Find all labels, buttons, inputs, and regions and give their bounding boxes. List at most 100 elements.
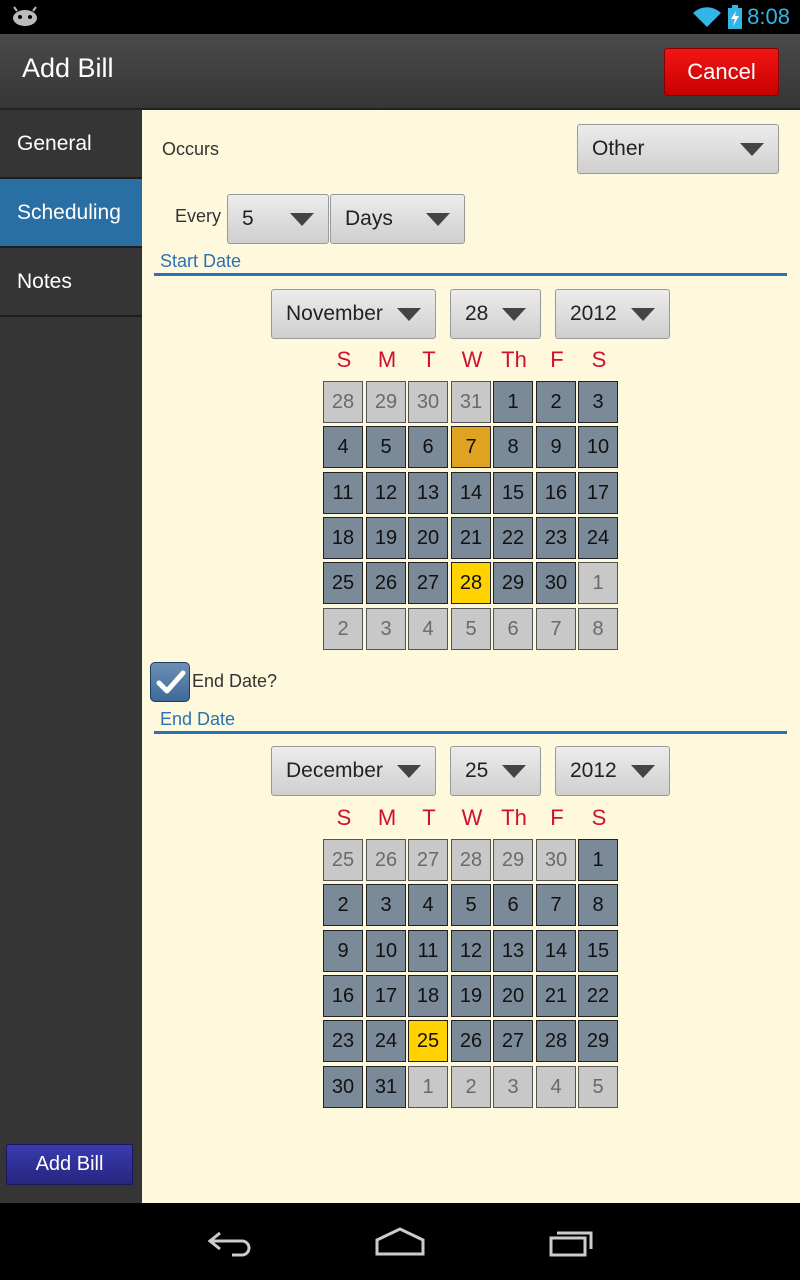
calendar-day[interactable]: 16 bbox=[536, 472, 576, 514]
calendar-day[interactable]: 16 bbox=[323, 975, 363, 1017]
calendar-day[interactable]: 28 bbox=[323, 381, 363, 423]
calendar-day[interactable]: 26 bbox=[366, 562, 406, 604]
start-month-spinner[interactable]: November bbox=[271, 289, 436, 339]
calendar-day[interactable]: 1 bbox=[408, 1066, 448, 1108]
sidebar-item-general[interactable]: General bbox=[0, 110, 142, 179]
add-bill-button[interactable]: Add Bill bbox=[6, 1144, 133, 1185]
end-year-spinner[interactable]: 2012 bbox=[555, 746, 670, 796]
calendar-day[interactable]: 19 bbox=[451, 975, 491, 1017]
calendar-day[interactable]: 12 bbox=[366, 472, 406, 514]
calendar-day[interactable]: 28 bbox=[536, 1020, 576, 1062]
recent-apps-icon[interactable] bbox=[548, 1227, 596, 1257]
calendar-day[interactable]: 23 bbox=[323, 1020, 363, 1062]
calendar-day[interactable]: 15 bbox=[578, 930, 618, 972]
calendar-day[interactable]: 11 bbox=[408, 930, 448, 972]
calendar-day[interactable]: 22 bbox=[578, 975, 618, 1017]
calendar-day[interactable]: 4 bbox=[408, 608, 448, 650]
calendar-day[interactable]: 7 bbox=[451, 426, 491, 468]
end-date-checkbox[interactable] bbox=[150, 662, 190, 702]
calendar-day[interactable]: 30 bbox=[536, 839, 576, 881]
calendar-day[interactable]: 24 bbox=[366, 1020, 406, 1062]
calendar-day[interactable]: 29 bbox=[493, 839, 533, 881]
calendar-day[interactable]: 28 bbox=[451, 839, 491, 881]
start-year-spinner[interactable]: 2012 bbox=[555, 289, 670, 339]
calendar-day[interactable]: 18 bbox=[408, 975, 448, 1017]
calendar-day[interactable]: 14 bbox=[536, 930, 576, 972]
every-count-spinner[interactable]: 5 bbox=[227, 194, 329, 244]
calendar-day[interactable]: 17 bbox=[578, 472, 618, 514]
calendar-day[interactable]: 8 bbox=[578, 608, 618, 650]
calendar-day[interactable]: 22 bbox=[493, 517, 533, 559]
calendar-day[interactable]: 9 bbox=[323, 930, 363, 972]
calendar-day[interactable]: 27 bbox=[493, 1020, 533, 1062]
calendar-day[interactable]: 26 bbox=[451, 1020, 491, 1062]
calendar-day[interactable]: 1 bbox=[578, 562, 618, 604]
calendar-day[interactable]: 8 bbox=[578, 884, 618, 926]
calendar-day[interactable]: 10 bbox=[366, 930, 406, 972]
calendar-day[interactable]: 3 bbox=[366, 608, 406, 650]
calendar-day[interactable]: 31 bbox=[366, 1066, 406, 1108]
calendar-day[interactable]: 25 bbox=[323, 562, 363, 604]
calendar-day[interactable]: 15 bbox=[493, 472, 533, 514]
calendar-day[interactable]: 4 bbox=[536, 1066, 576, 1108]
calendar-day[interactable]: 1 bbox=[493, 381, 533, 423]
calendar-day[interactable]: 5 bbox=[451, 884, 491, 926]
end-day-spinner[interactable]: 25 bbox=[450, 746, 541, 796]
calendar-day[interactable]: 30 bbox=[408, 381, 448, 423]
calendar-day[interactable]: 8 bbox=[493, 426, 533, 468]
calendar-day[interactable]: 2 bbox=[451, 1066, 491, 1108]
calendar-day[interactable]: 2 bbox=[323, 884, 363, 926]
every-unit-spinner[interactable]: Days bbox=[330, 194, 465, 244]
calendar-day[interactable]: 6 bbox=[493, 884, 533, 926]
calendar-day[interactable]: 21 bbox=[451, 517, 491, 559]
calendar-day[interactable]: 10 bbox=[578, 426, 618, 468]
calendar-day[interactable]: 5 bbox=[366, 426, 406, 468]
calendar-day[interactable]: 29 bbox=[366, 381, 406, 423]
calendar-day[interactable]: 5 bbox=[451, 608, 491, 650]
calendar-day[interactable]: 12 bbox=[451, 930, 491, 972]
calendar-day[interactable]: 6 bbox=[408, 426, 448, 468]
calendar-day[interactable]: 14 bbox=[451, 472, 491, 514]
calendar-day[interactable]: 3 bbox=[493, 1066, 533, 1108]
calendar-day[interactable]: 23 bbox=[536, 517, 576, 559]
calendar-day[interactable]: 20 bbox=[408, 517, 448, 559]
calendar-day[interactable]: 19 bbox=[366, 517, 406, 559]
calendar-day[interactable]: 31 bbox=[451, 381, 491, 423]
calendar-day[interactable]: 26 bbox=[366, 839, 406, 881]
calendar-day[interactable]: 21 bbox=[536, 975, 576, 1017]
sidebar-item-notes[interactable]: Notes bbox=[0, 248, 142, 317]
calendar-day[interactable]: 13 bbox=[408, 472, 448, 514]
occurs-spinner[interactable]: Other bbox=[577, 124, 779, 174]
sidebar-item-scheduling[interactable]: Scheduling bbox=[0, 179, 142, 248]
calendar-day[interactable]: 29 bbox=[578, 1020, 618, 1062]
calendar-day[interactable]: 30 bbox=[536, 562, 576, 604]
calendar-day[interactable]: 2 bbox=[536, 381, 576, 423]
calendar-day[interactable]: 7 bbox=[536, 884, 576, 926]
calendar-day[interactable]: 24 bbox=[578, 517, 618, 559]
calendar-day[interactable]: 28 bbox=[451, 562, 491, 604]
cancel-button[interactable]: Cancel bbox=[664, 48, 779, 96]
calendar-day[interactable]: 1 bbox=[578, 839, 618, 881]
end-month-spinner[interactable]: December bbox=[271, 746, 436, 796]
calendar-day[interactable]: 4 bbox=[323, 426, 363, 468]
calendar-day[interactable]: 25 bbox=[408, 1020, 448, 1062]
calendar-day[interactable]: 11 bbox=[323, 472, 363, 514]
home-icon[interactable] bbox=[374, 1227, 426, 1257]
calendar-day[interactable]: 3 bbox=[366, 884, 406, 926]
calendar-day[interactable]: 3 bbox=[578, 381, 618, 423]
calendar-day[interactable]: 2 bbox=[323, 608, 363, 650]
calendar-day[interactable]: 5 bbox=[578, 1066, 618, 1108]
calendar-day[interactable]: 27 bbox=[408, 562, 448, 604]
calendar-day[interactable]: 25 bbox=[323, 839, 363, 881]
back-icon[interactable] bbox=[206, 1227, 254, 1257]
start-day-spinner[interactable]: 28 bbox=[450, 289, 541, 339]
calendar-day[interactable]: 9 bbox=[536, 426, 576, 468]
calendar-day[interactable]: 4 bbox=[408, 884, 448, 926]
calendar-day[interactable]: 20 bbox=[493, 975, 533, 1017]
calendar-day[interactable]: 7 bbox=[536, 608, 576, 650]
calendar-day[interactable]: 30 bbox=[323, 1066, 363, 1108]
calendar-day[interactable]: 29 bbox=[493, 562, 533, 604]
calendar-day[interactable]: 18 bbox=[323, 517, 363, 559]
calendar-day[interactable]: 27 bbox=[408, 839, 448, 881]
calendar-day[interactable]: 6 bbox=[493, 608, 533, 650]
